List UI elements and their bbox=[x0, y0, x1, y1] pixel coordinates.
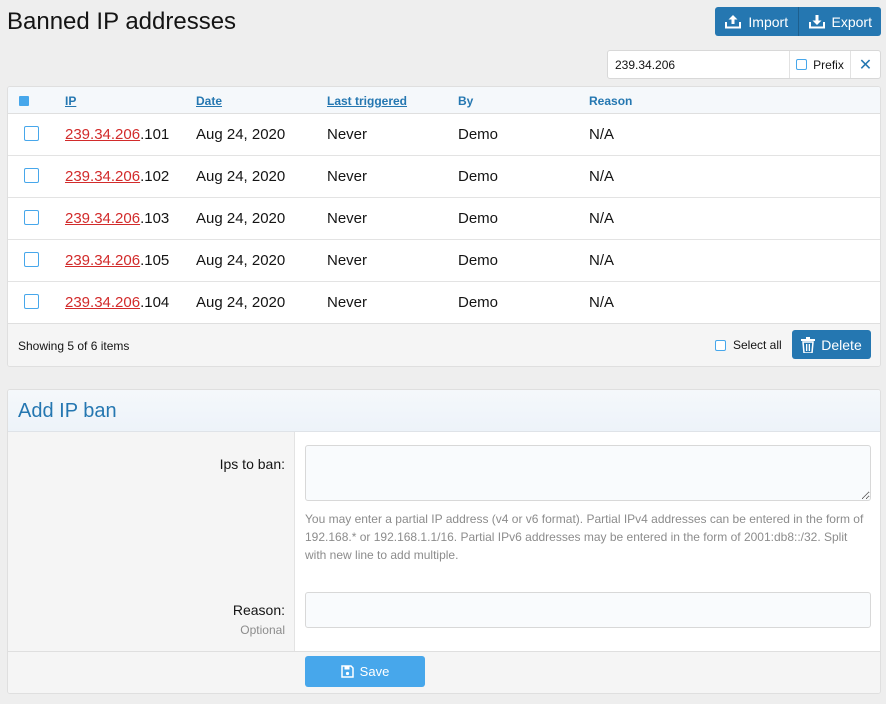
table-row: 239.34.206.103 Aug 24, 2020 Never Demo N… bbox=[8, 198, 880, 240]
reason-label: Reason: bbox=[232, 602, 285, 618]
delete-label: Delete bbox=[821, 336, 862, 353]
export-button[interactable]: Export bbox=[797, 7, 881, 36]
by-cell: Demo bbox=[458, 126, 499, 143]
page-title: Banned IP addresses bbox=[7, 8, 237, 35]
by-cell: Demo bbox=[458, 252, 499, 269]
column-last-triggered[interactable]: Last triggered bbox=[327, 94, 407, 108]
last-triggered-cell: Never bbox=[327, 168, 368, 185]
date-cell: Aug 24, 2020 bbox=[196, 168, 286, 185]
reason-cell: N/A bbox=[589, 168, 615, 185]
clear-filter-button[interactable]: ✕ bbox=[850, 51, 880, 78]
ip-link[interactable]: 239.34.206 bbox=[65, 252, 140, 269]
reason-input[interactable] bbox=[305, 592, 871, 628]
last-triggered-cell: Never bbox=[327, 252, 368, 269]
list-footer: Showing 5 of 6 items Select all Delete bbox=[8, 323, 880, 366]
trash-icon bbox=[801, 336, 816, 353]
prefix-checkbox[interactable] bbox=[796, 59, 808, 70]
date-cell: Aug 24, 2020 bbox=[196, 126, 286, 143]
row-checkbox[interactable] bbox=[24, 252, 39, 267]
ip-link[interactable]: 239.34.206 bbox=[65, 168, 140, 185]
ip-suffix: .105 bbox=[140, 252, 170, 269]
save-button[interactable]: Save bbox=[305, 656, 425, 687]
import-button[interactable]: Import bbox=[715, 7, 798, 36]
form-title: Add IP ban bbox=[8, 390, 880, 432]
prefix-label: Prefix bbox=[813, 57, 844, 72]
reason-cell: N/A bbox=[589, 252, 615, 269]
reason-cell: N/A bbox=[589, 210, 615, 227]
select-all-toggle[interactable]: Select all bbox=[715, 338, 782, 352]
import-label: Import bbox=[748, 13, 789, 30]
date-cell: Aug 24, 2020 bbox=[196, 294, 286, 311]
last-triggered-cell: Never bbox=[327, 294, 368, 311]
ips-label: Ips to ban: bbox=[219, 456, 285, 472]
by-cell: Demo bbox=[458, 294, 499, 311]
ip-suffix: .102 bbox=[140, 168, 170, 185]
save-icon bbox=[340, 665, 354, 678]
reason-cell: N/A bbox=[589, 126, 615, 143]
ip-link[interactable]: 239.34.206 bbox=[65, 210, 140, 227]
by-cell: Demo bbox=[458, 168, 499, 185]
column-ip[interactable]: IP bbox=[65, 94, 76, 108]
ips-hint: You may enter a partial IP address (v4 o… bbox=[305, 512, 864, 562]
column-date[interactable]: Date bbox=[196, 94, 222, 108]
ip-suffix: .104 bbox=[140, 294, 170, 311]
row-checkbox[interactable] bbox=[24, 210, 39, 225]
table-row: 239.34.206.104 Aug 24, 2020 Never Demo N… bbox=[8, 282, 880, 324]
close-icon: ✕ bbox=[858, 56, 873, 74]
column-reason: Reason bbox=[589, 94, 633, 108]
table-row: 239.34.206.101 Aug 24, 2020 Never Demo N… bbox=[8, 114, 880, 156]
form-label-column: Ips to ban: Reason: Optional bbox=[8, 432, 295, 653]
ip-cell: 239.34.206.101 bbox=[65, 126, 169, 143]
last-triggered-cell: Never bbox=[327, 210, 368, 227]
filter-input[interactable] bbox=[608, 51, 789, 78]
ip-cell: 239.34.206.103 bbox=[65, 210, 169, 227]
table-row: 239.34.206.102 Aug 24, 2020 Never Demo N… bbox=[8, 156, 880, 198]
banned-ip-list: IP Date Last triggered By Reason 239.34.… bbox=[7, 86, 881, 367]
date-cell: Aug 24, 2020 bbox=[196, 252, 286, 269]
select-all-label: Select all bbox=[733, 338, 782, 352]
import-export-group: Import Export bbox=[715, 7, 881, 36]
last-triggered-cell: Never bbox=[327, 126, 368, 143]
date-cell: Aug 24, 2020 bbox=[196, 210, 286, 227]
ip-link[interactable]: 239.34.206 bbox=[65, 126, 140, 143]
select-all-checkbox[interactable] bbox=[715, 339, 726, 351]
add-ip-ban-form: Add IP ban Ips to ban: Reason: Optional … bbox=[7, 389, 881, 694]
reason-optional-label: Optional bbox=[240, 623, 285, 637]
prefix-toggle[interactable]: Prefix bbox=[789, 51, 850, 78]
form-footer: Save bbox=[8, 651, 880, 693]
delete-button[interactable]: Delete bbox=[792, 330, 871, 359]
ip-suffix: .103 bbox=[140, 210, 170, 227]
select-all-header-checkbox[interactable] bbox=[19, 96, 29, 106]
download-icon bbox=[808, 14, 825, 28]
row-checkbox[interactable] bbox=[24, 168, 39, 183]
table-header: IP Date Last triggered By Reason bbox=[8, 87, 880, 114]
column-by: By bbox=[458, 94, 474, 108]
filter-bar: Prefix ✕ bbox=[607, 50, 881, 79]
export-label: Export bbox=[831, 13, 872, 30]
ip-cell: 239.34.206.102 bbox=[65, 168, 169, 185]
items-count: Showing 5 of 6 items bbox=[18, 339, 130, 353]
ip-cell: 239.34.206.104 bbox=[65, 294, 169, 311]
save-label: Save bbox=[359, 664, 390, 679]
ip-link[interactable]: 239.34.206 bbox=[65, 294, 140, 311]
ips-textarea[interactable] bbox=[305, 445, 871, 501]
upload-icon bbox=[725, 14, 742, 28]
ip-suffix: .101 bbox=[140, 126, 170, 143]
by-cell: Demo bbox=[458, 210, 499, 227]
table-row: 239.34.206.105 Aug 24, 2020 Never Demo N… bbox=[8, 240, 880, 282]
reason-cell: N/A bbox=[589, 294, 615, 311]
row-checkbox[interactable] bbox=[24, 294, 39, 309]
ip-cell: 239.34.206.105 bbox=[65, 252, 169, 269]
row-checkbox[interactable] bbox=[24, 126, 39, 141]
